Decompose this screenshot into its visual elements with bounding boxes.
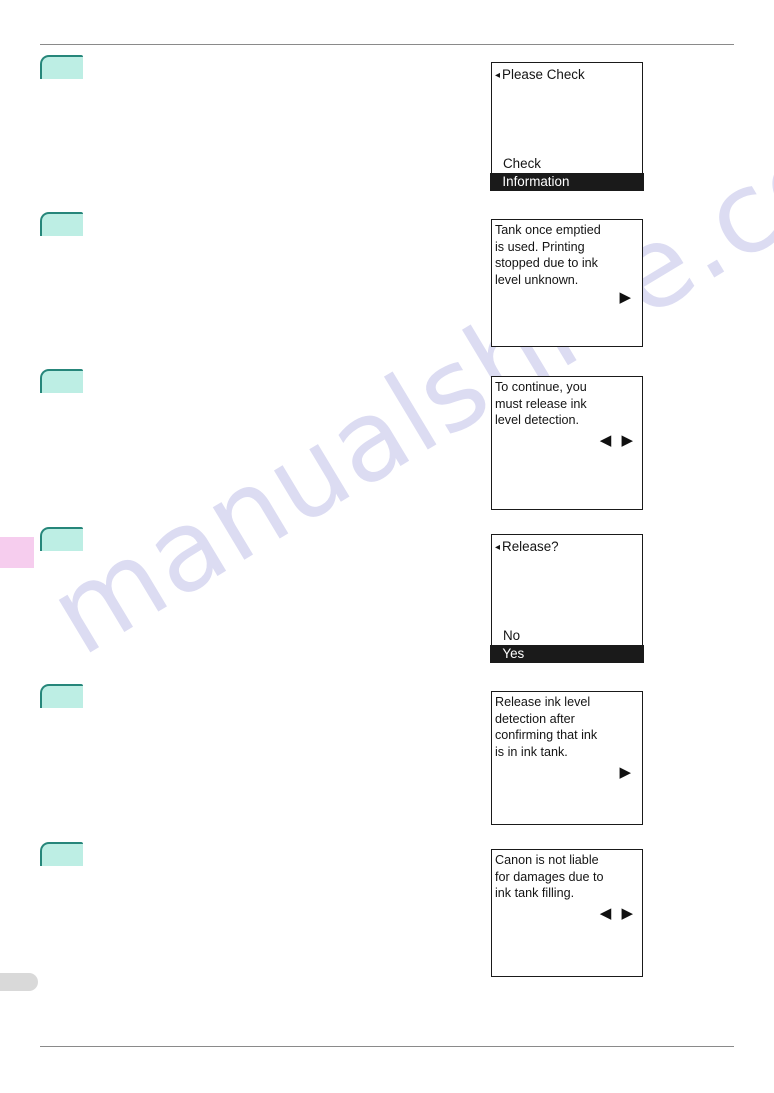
next-arrow-icon[interactable]: ▶ — [619, 765, 634, 780]
manual-page: manualshive.com ◂ Please Check Check Info… — [0, 0, 774, 1093]
lcd-body: Tank once emptied is used. Printing stop… — [492, 220, 642, 346]
lcd-title-text: Please Check — [502, 67, 585, 82]
prev-next-arrows-icon[interactable]: ◀ ▶ — [600, 906, 636, 921]
lcd-message-line: Canon is not liable — [495, 853, 599, 867]
lcd-message-2: Tank once emptied is used. Printing stop… — [495, 222, 638, 288]
lcd-message-line: To continue, you — [495, 380, 587, 394]
step-marker-3 — [40, 369, 83, 393]
lcd-body: Canon is not liable for damages due to i… — [492, 850, 642, 976]
back-caret-icon: ◂ — [495, 542, 501, 553]
lcd-body: Release ink level detection after confir… — [492, 692, 642, 824]
lcd-message-line: for damages due to — [495, 869, 604, 884]
lcd-message-line: must release ink — [495, 396, 587, 411]
step-marker-5 — [40, 684, 83, 708]
lcd-message-line: is in ink tank. — [495, 744, 568, 759]
lcd-message-line: stopped due to ink — [495, 256, 598, 271]
lcd-message-5: Release ink level detection after confir… — [495, 694, 638, 760]
section-edge-tab — [0, 537, 34, 568]
lcd-title-text: Release? — [502, 539, 559, 554]
lcd-screen-2[interactable]: Tank once emptied is used. Printing stop… — [491, 219, 643, 347]
lcd-option-check[interactable]: Check — [503, 156, 541, 172]
lcd-option-yes-selected[interactable]: Yes — [490, 645, 644, 663]
lcd-title-4: ◂ Release? — [495, 538, 640, 556]
lcd-message-line: confirming that ink — [495, 728, 598, 743]
lcd-message-line: ink tank filling. — [495, 886, 575, 901]
lcd-body: ◂ Release? No Yes — [490, 535, 644, 663]
lcd-body: To continue, you must release ink level … — [492, 377, 642, 509]
step-marker-6 — [40, 842, 83, 866]
step-marker-1 — [40, 55, 83, 79]
lcd-message-line: level unknown. — [495, 272, 579, 287]
step-marker-2 — [40, 212, 83, 236]
lcd-message-line: Release ink level — [495, 695, 591, 709]
lcd-message-line: Tank once emptied — [495, 223, 601, 237]
step-marker-4 — [40, 527, 83, 551]
lcd-screen-6[interactable]: Canon is not liable for damages due to i… — [491, 849, 643, 977]
lcd-message-6: Canon is not liable for damages due to i… — [495, 852, 638, 902]
lcd-screen-5[interactable]: Release ink level detection after confir… — [491, 691, 643, 825]
header-rule — [40, 44, 734, 45]
back-caret-icon: ◂ — [495, 70, 501, 81]
lcd-message-line: level detection. — [495, 413, 580, 428]
next-arrow-icon[interactable]: ▶ — [619, 290, 634, 305]
lcd-message-line: is used. Printing — [495, 239, 585, 254]
lcd-screen-4[interactable]: ◂ Release? No Yes — [490, 534, 644, 663]
lcd-screen-1[interactable]: ◂ Please Check Check Information — [490, 62, 644, 191]
lcd-message-3: To continue, you must release ink level … — [495, 379, 638, 429]
footer-rule — [40, 1046, 734, 1047]
page-number-tab — [0, 973, 38, 991]
lcd-screen-3[interactable]: To continue, you must release ink level … — [491, 376, 643, 510]
lcd-option-no[interactable]: No — [503, 628, 520, 644]
lcd-body: ◂ Please Check Check Information — [490, 63, 644, 191]
lcd-message-line: detection after — [495, 711, 575, 726]
prev-next-arrows-icon[interactable]: ◀ ▶ — [600, 433, 636, 448]
lcd-option-information-selected[interactable]: Information — [490, 173, 644, 191]
lcd-title-1: ◂ Please Check — [495, 66, 640, 84]
